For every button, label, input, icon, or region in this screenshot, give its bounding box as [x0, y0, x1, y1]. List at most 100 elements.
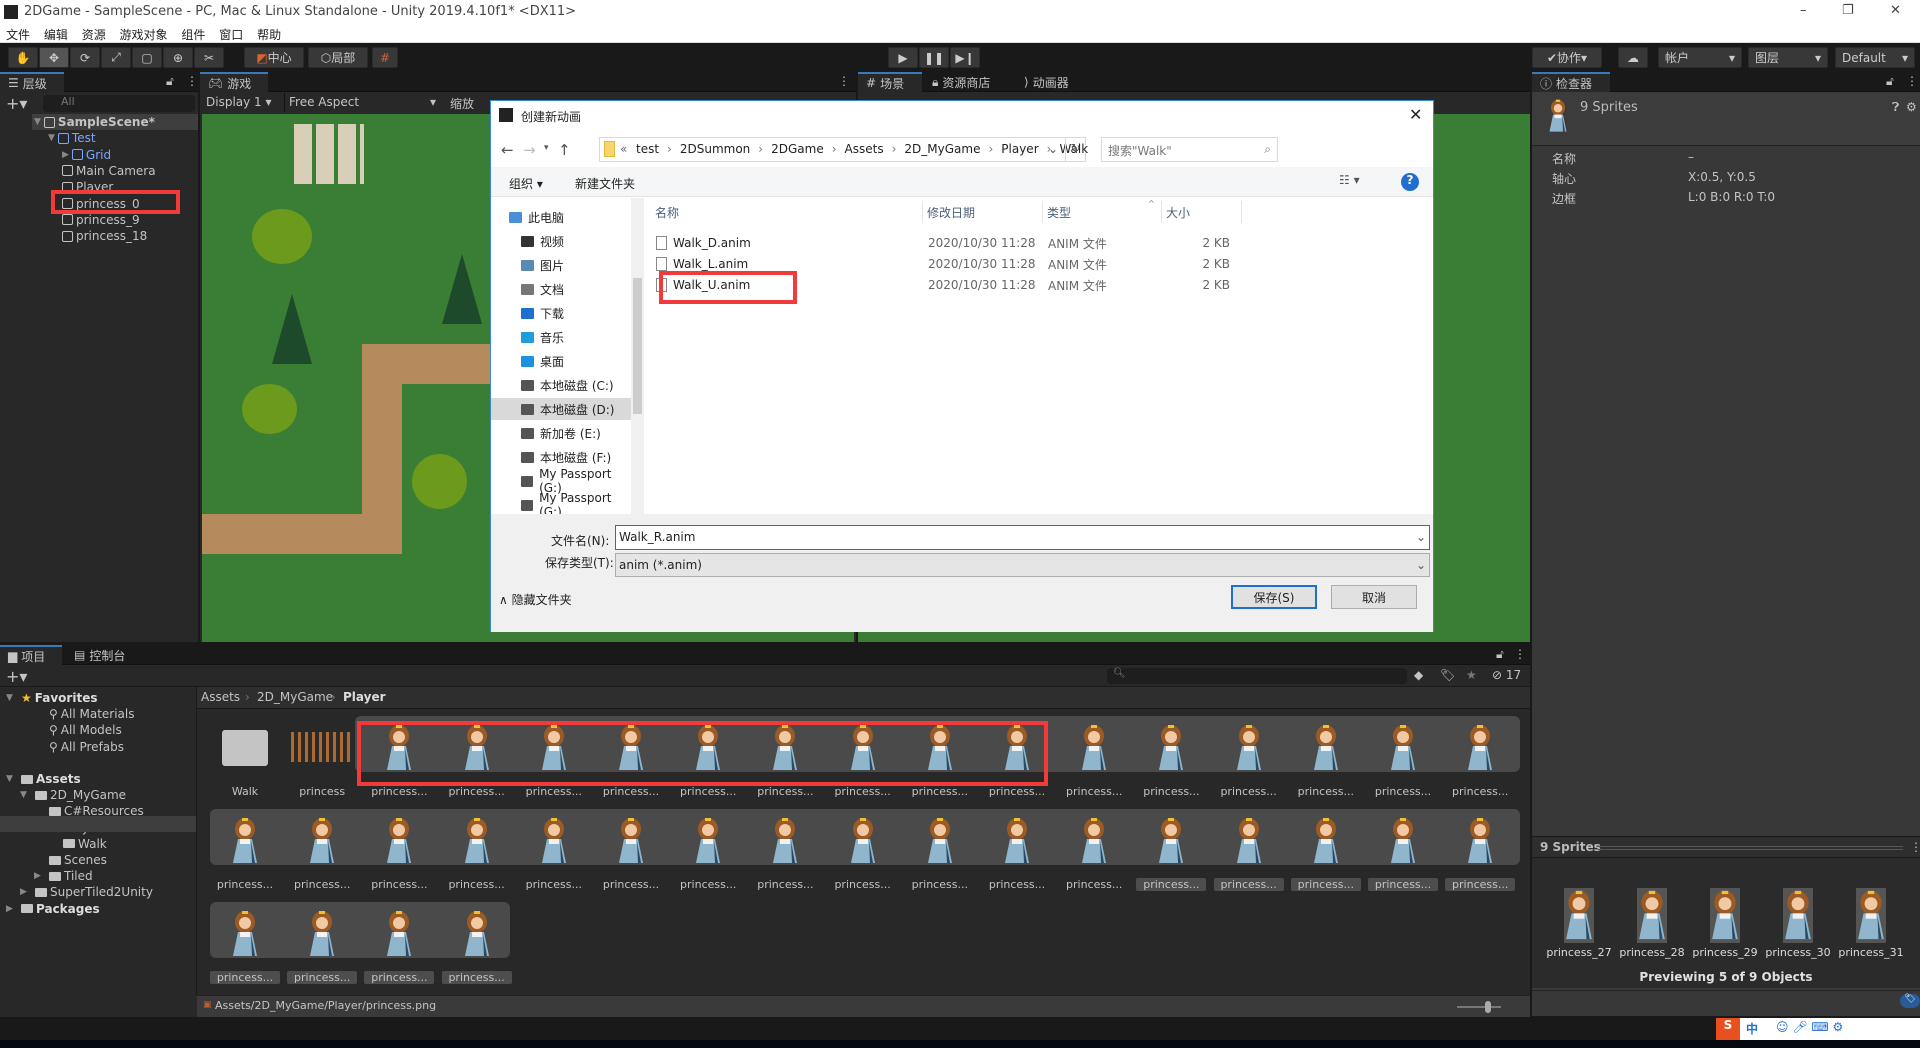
tab-inspector[interactable]: ⓘ 检查器 [1532, 72, 1610, 92]
nav-item[interactable]: 新加卷 (E:) [491, 422, 631, 444]
inspector-lock-icon[interactable]: 🔓︎ [1886, 74, 1894, 89]
asset-sprite[interactable]: princess... [1445, 718, 1515, 798]
tab-game[interactable]: 🎮︎ 游戏 [200, 72, 268, 92]
hierarchy-item[interactable]: princess_9 [62, 212, 140, 228]
rect-tool-icon[interactable]: ▢ [132, 47, 162, 68]
aspect-dropdown[interactable]: Free Aspect ▾ [284, 93, 440, 112]
asset-sprite[interactable]: princess... [1136, 811, 1207, 891]
address-segment[interactable]: Player [1001, 142, 1038, 156]
ime-toolbar[interactable]: S 中 ☺ 🎤︎ ⌨ ⚙ [1716, 1018, 1920, 1040]
game-more-icon[interactable]: ⋮ [838, 74, 850, 88]
layout-dropdown[interactable]: Default ▾ [1835, 47, 1915, 68]
preview-more-icon[interactable]: ⋮ [1910, 840, 1920, 854]
hierarchy-item[interactable]: ▼ Test [48, 130, 96, 146]
menu-gameobject[interactable]: 游戏对象 [120, 28, 168, 42]
ime-mode[interactable]: 中 [1746, 1020, 1758, 1037]
nav-item[interactable]: 本地磁盘 (D:) [491, 398, 631, 420]
asset-sprite[interactable]: princess... [364, 904, 435, 984]
view-options-icon[interactable]: ☷ ▾ [1339, 173, 1360, 187]
pause-button[interactable]: ❚❚ [919, 47, 949, 68]
project-tree-item[interactable]: ▼ Assets [6, 771, 81, 787]
file-row[interactable]: Walk_D.anim 2020/10/30 11:28 ANIM 文件 2 KB [656, 233, 1256, 253]
asset-sprite[interactable]: princess... [287, 904, 358, 984]
nav-item[interactable]: 本地磁盘 (F:) [491, 446, 631, 468]
dialog-close-button[interactable]: ✕ [1409, 105, 1422, 124]
tab-asset-store[interactable]: 🔒︎ 资源商店 [924, 72, 998, 92]
nav-item[interactable]: My Passport (G:) [491, 467, 631, 495]
asset-sprite[interactable]: princess... [1136, 718, 1206, 798]
cloud-icon[interactable]: ☁ [1618, 47, 1648, 68]
asset-sprite[interactable]: princess... [364, 811, 434, 891]
column-date[interactable]: 修改日期 [923, 201, 1043, 223]
save-button[interactable]: 保存(S) [1231, 585, 1317, 609]
display-dropdown[interactable]: Display 1 ▾ [202, 93, 282, 112]
step-button[interactable]: ▶❙ [950, 47, 980, 68]
nav-item[interactable]: 此电脑 [491, 206, 631, 228]
move-tool-icon[interactable]: ✥ [39, 47, 69, 68]
hierarchy-item[interactable]: ▶ Grid [62, 147, 111, 163]
minimize-button[interactable]: – [1800, 3, 1807, 18]
asset-sprite[interactable]: princess... [596, 811, 666, 891]
maximize-button[interactable]: ❐ [1842, 3, 1854, 18]
hierarchy-item[interactable]: Main Camera [62, 163, 156, 179]
help-icon[interactable]: ❓︎ [1892, 100, 1899, 115]
preview-header[interactable]: 9 Sprites ⋮ [1532, 836, 1920, 858]
tab-hierarchy[interactable]: ☰ 层级 [0, 72, 64, 92]
snap-icon[interactable]: # [372, 47, 398, 68]
close-window-button[interactable]: ✕ [1890, 3, 1901, 18]
hide-folders-toggle[interactable]: ∧ 隐藏文件夹 [499, 591, 572, 608]
project-search-input[interactable]: 🔍︎ [1107, 668, 1407, 684]
icon-size-slider[interactable] [1457, 1006, 1501, 1008]
asset-folder-walk[interactable]: Walk [210, 718, 280, 798]
asset-sprite[interactable]: princess... [1059, 811, 1129, 891]
asset-sprite[interactable]: princess... [442, 811, 512, 891]
nav-item[interactable]: 图片 [491, 254, 631, 276]
nav-item[interactable]: 桌面 [491, 350, 631, 372]
column-type[interactable]: 类型 [1043, 201, 1162, 223]
project-tree-item[interactable]: ⚲ All Models [34, 722, 122, 738]
up-button[interactable]: ↑ [558, 141, 571, 159]
nav-item[interactable]: 本地磁盘 (C:) [491, 374, 631, 396]
hand-tool-icon[interactable]: ✋ [8, 47, 38, 68]
breadcrumb-assets[interactable]: Assets [201, 690, 240, 704]
project-tree-item[interactable]: ▶ Tiled [34, 868, 93, 884]
dialog-search-input[interactable]: 搜索"Walk" ⌕ [1101, 137, 1278, 162]
project-tree-item[interactable]: ⚲ All Materials [34, 706, 135, 722]
asset-sprite[interactable]: princess... [828, 811, 898, 891]
pivot-toggle[interactable]: ◩ 中心 [244, 47, 304, 68]
hidden-packages-toggle[interactable]: ⊘ 17 [1492, 668, 1521, 682]
asset-sprite[interactable]: princess... [441, 904, 512, 984]
nav-item[interactable]: My Passport (G:) [491, 491, 631, 514]
space-toggle[interactable]: ⬡ 局部 [308, 47, 368, 68]
asset-sprite[interactable]: princess... [1290, 811, 1361, 891]
tab-console[interactable]: ▤ 控制台 [66, 645, 133, 665]
account-dropdown[interactable]: 帐户 ▾ [1658, 47, 1742, 68]
favorite-star-icon[interactable]: ★ [1466, 668, 1477, 682]
asset-sprite[interactable]: princess... [287, 811, 357, 891]
menu-component[interactable]: 组件 [181, 28, 205, 42]
rotate-tool-icon[interactable]: ⟳ [70, 47, 100, 68]
asset-sprite[interactable]: princess... [1291, 718, 1361, 798]
project-tree-item[interactable]: Scenes [34, 852, 107, 868]
forward-button[interactable]: → [523, 141, 536, 159]
settings-gear-icon[interactable]: ⚙ [1906, 100, 1917, 114]
help-icon[interactable]: ? [1401, 173, 1419, 191]
asset-sprite[interactable]: princess... [210, 811, 280, 891]
asset-label-icon[interactable]: 🏷︎ [1900, 994, 1920, 1008]
create-button[interactable]: +▾ [6, 94, 27, 113]
filter-type-icon[interactable]: ◆ [1414, 668, 1423, 682]
menu-file[interactable]: 文件 [6, 28, 30, 42]
asset-sprite[interactable]: princess... [1368, 811, 1438, 891]
icon-size-slider-handle[interactable] [1485, 1001, 1491, 1013]
hierarchy-search-input[interactable]: All [43, 95, 195, 112]
hierarchy-item[interactable]: princess_18 [62, 228, 147, 244]
nav-item[interactable]: 文档 [491, 278, 631, 300]
layers-dropdown[interactable]: 图层 ▾ [1748, 47, 1828, 68]
tab-animator[interactable]: ⟩ 动画器 [1016, 72, 1077, 92]
back-button[interactable]: ← [501, 141, 514, 159]
asset-sprite[interactable]: princess... [1368, 718, 1438, 798]
refresh-icon[interactable]: ↻ [1065, 137, 1085, 162]
breadcrumb-2d-mygame[interactable]: 2D_MyGame [257, 690, 333, 704]
asset-sprite[interactable]: princess... [750, 811, 820, 891]
menu-assets[interactable]: 资源 [82, 28, 106, 42]
